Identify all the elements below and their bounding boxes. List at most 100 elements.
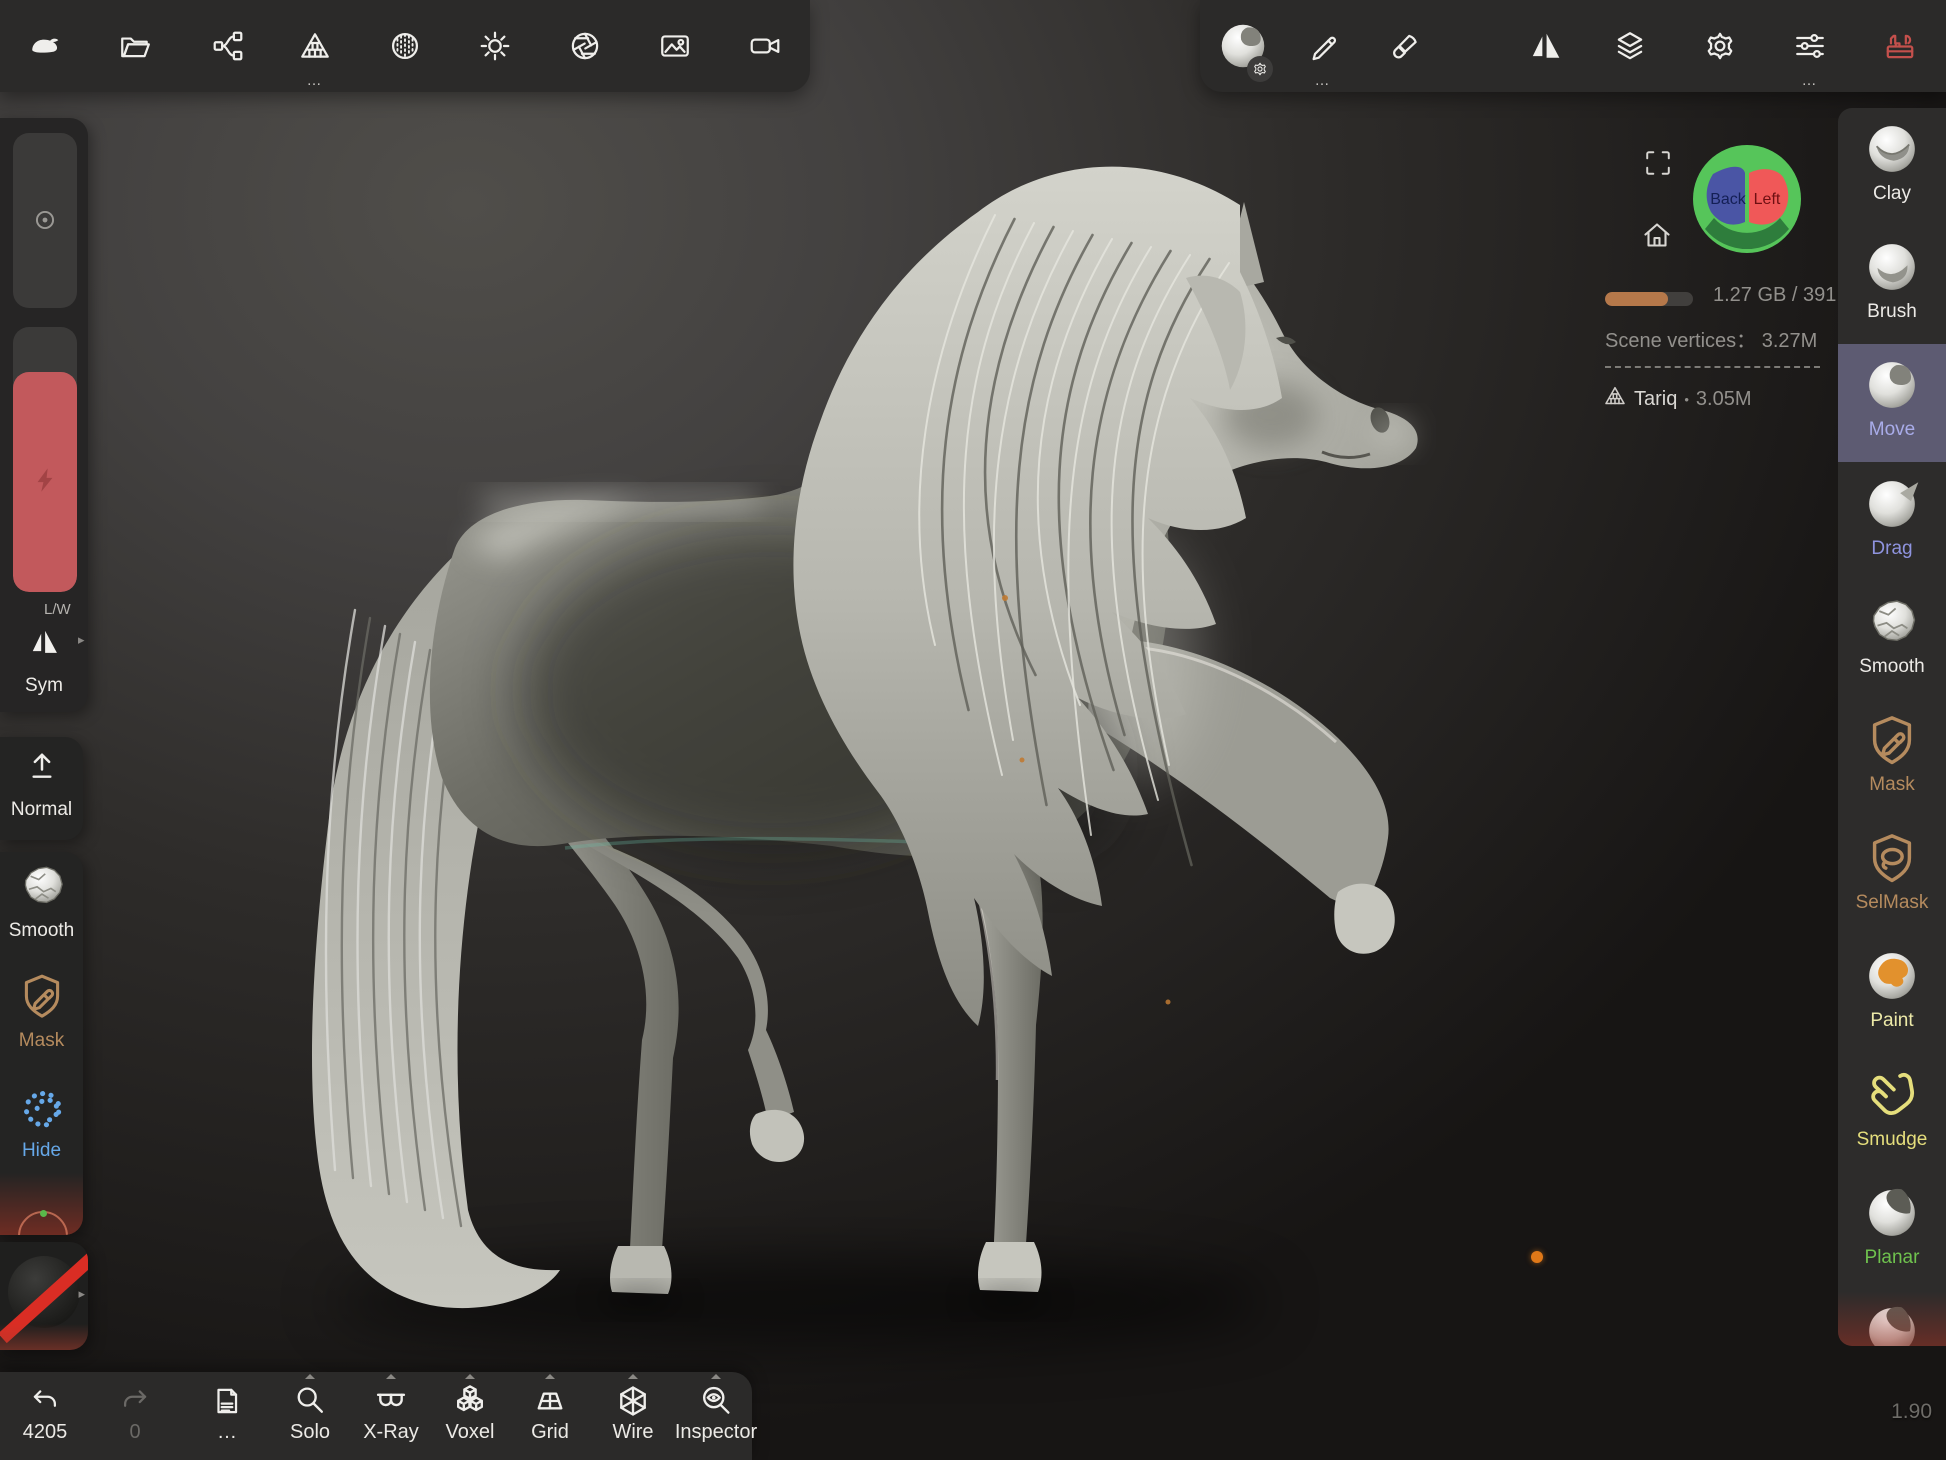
tool-label: Clay	[1873, 183, 1911, 205]
quick-smooth[interactable]: Smooth	[0, 860, 83, 942]
more-dots: …	[1774, 76, 1846, 86]
sp-paint-icon	[1863, 944, 1921, 1008]
toggle-grid[interactable]: Grid	[512, 1372, 588, 1460]
lighting-button[interactable]	[459, 0, 531, 92]
sp-move-icon	[1863, 353, 1921, 417]
toggle-wire[interactable]: Wire	[595, 1372, 671, 1460]
redo-arrow-icon	[118, 1381, 152, 1421]
gear-badge-icon[interactable]	[1247, 56, 1273, 82]
tool-drag[interactable]: Drag	[1838, 463, 1946, 581]
memory-usage-bar	[1605, 292, 1693, 306]
undo-count: 4205	[23, 1421, 68, 1443]
toggle-solo[interactable]: Solo	[272, 1372, 348, 1460]
material-sphere-button[interactable]	[369, 0, 441, 92]
tool-brush[interactable]: Brush	[1838, 226, 1946, 344]
toolbar-bottom: 4205 0 … Solo X-Ray VoxelGrid Wire Inspector	[0, 1372, 752, 1460]
ball-face-back-label: Back	[1710, 191, 1747, 208]
tool-label: Planar	[1865, 1247, 1920, 1269]
toolbar-top-left: …	[0, 0, 810, 92]
brush-intensity-slider[interactable]	[13, 327, 77, 592]
matcap-material-button[interactable]	[1207, 0, 1279, 92]
home-view-icon[interactable]	[1641, 219, 1673, 256]
dots-icon	[16, 1080, 68, 1137]
sp-smooth-icon	[16, 860, 68, 917]
more-dots: …	[217, 1421, 237, 1443]
tool-planar[interactable]: Planar	[1838, 1172, 1946, 1290]
ball-face-left-label: Left	[1754, 191, 1781, 208]
button-label: Inspector	[675, 1421, 757, 1443]
quick-label: Hide	[22, 1140, 61, 1162]
app-window: … …… Back Left 1.27 GB / 391 M Scene ver…	[0, 0, 1946, 1460]
brush-settings-panel: L/W ▸ Sym	[0, 118, 88, 712]
tile-expand-arrow[interactable]: ▸	[78, 1286, 85, 1302]
intensity-fill	[13, 372, 77, 592]
tool-label: Move	[1869, 419, 1915, 441]
tool-sidebar: Clay Brush Move DragSmoothMask SelMask Paint S…	[1838, 108, 1946, 1346]
flat-shading-tile[interactable]: ▸	[0, 1242, 88, 1350]
history-pages-button[interactable]: …	[189, 1372, 265, 1460]
adjust-sliders-button[interactable]: …	[1774, 0, 1846, 92]
orientation-ball[interactable]: Back Left	[1691, 143, 1803, 255]
undo-button[interactable]: 4205	[7, 1372, 83, 1460]
tool-selmask[interactable]: SelMask	[1838, 817, 1946, 935]
camera-button[interactable]	[729, 0, 801, 92]
app-logo-button[interactable]	[9, 0, 81, 92]
background-image-button[interactable]	[639, 0, 711, 92]
scene-object-row[interactable]: Tariq • 3.05M	[1603, 384, 1752, 414]
symmetry-mirror-button[interactable]	[1509, 0, 1581, 92]
caret-up-icon	[545, 1374, 555, 1379]
more-dots: …	[1287, 76, 1359, 86]
toggle-x-ray[interactable]: X-Ray	[353, 1372, 429, 1460]
tool-mask[interactable]: Mask	[1838, 699, 1946, 817]
tool-move[interactable]: Move	[1838, 344, 1946, 462]
hand-icon	[1863, 1063, 1921, 1127]
quick-mask[interactable]: Mask	[0, 970, 83, 1052]
caret-up-icon	[628, 1374, 638, 1379]
tool-label: SelMask	[1856, 892, 1929, 914]
intensity-bolt-icon	[28, 463, 62, 502]
sidebar-scroll-fade	[1838, 1292, 1946, 1346]
xray-icon	[373, 1381, 409, 1421]
settings-button[interactable]	[1684, 0, 1756, 92]
tool-smooth[interactable]: Smooth	[1838, 581, 1946, 699]
toggle-voxel[interactable]: Voxel	[432, 1372, 508, 1460]
layers-button[interactable]	[1594, 0, 1666, 92]
caret-up-icon	[386, 1374, 396, 1379]
grid-icon	[532, 1381, 568, 1421]
toolbox-button[interactable]	[1864, 0, 1936, 92]
lw-toggle-label[interactable]: L/W	[44, 601, 71, 618]
normal-label: Normal	[0, 799, 83, 821]
stroke-normal-panel[interactable]: Normal	[0, 737, 83, 840]
sp-brush-icon	[1863, 235, 1921, 299]
caret-up-icon	[711, 1374, 721, 1379]
toggle-inspector[interactable]: Inspector	[678, 1372, 754, 1460]
redo-count: 0	[129, 1421, 140, 1443]
fullscreen-expand-icon[interactable]	[1643, 148, 1673, 183]
radius-target-icon	[13, 205, 77, 235]
button-label: Wire	[612, 1421, 653, 1443]
shield-brush-icon	[1863, 708, 1921, 772]
scene-list-button[interactable]: …	[279, 0, 351, 92]
render-button[interactable]	[549, 0, 621, 92]
brush-radius-slider[interactable]	[13, 133, 77, 308]
quick-brush-panel: Hide Mask Smooth	[0, 852, 83, 1235]
tool-paint[interactable]: Paint	[1838, 935, 1946, 1053]
quick-hide[interactable]: Hide	[0, 1080, 83, 1162]
more-dots: …	[279, 76, 351, 86]
tool-smudge[interactable]: Smudge	[1838, 1054, 1946, 1172]
mesh-icon	[1603, 384, 1627, 414]
memory-usage-text: 1.27 GB / 391 M	[1713, 284, 1836, 307]
node-graph-button[interactable]	[192, 0, 264, 92]
files-button[interactable]	[99, 0, 171, 92]
pencil-button[interactable]: …	[1287, 0, 1359, 92]
sp-clay-icon	[1863, 117, 1921, 181]
symmetry-mirror-icon[interactable]	[26, 623, 62, 664]
symmetry-expand-arrow[interactable]: ▸	[78, 632, 85, 648]
button-label: X-Ray	[363, 1421, 419, 1443]
redo-button[interactable]: 0	[97, 1372, 173, 1460]
tool-label: Smudge	[1857, 1129, 1928, 1151]
normal-arrow-icon	[0, 747, 83, 785]
shield-lasso-icon	[1863, 826, 1921, 890]
tool-clay[interactable]: Clay	[1838, 108, 1946, 226]
paint-brush-button[interactable]	[1369, 0, 1441, 92]
